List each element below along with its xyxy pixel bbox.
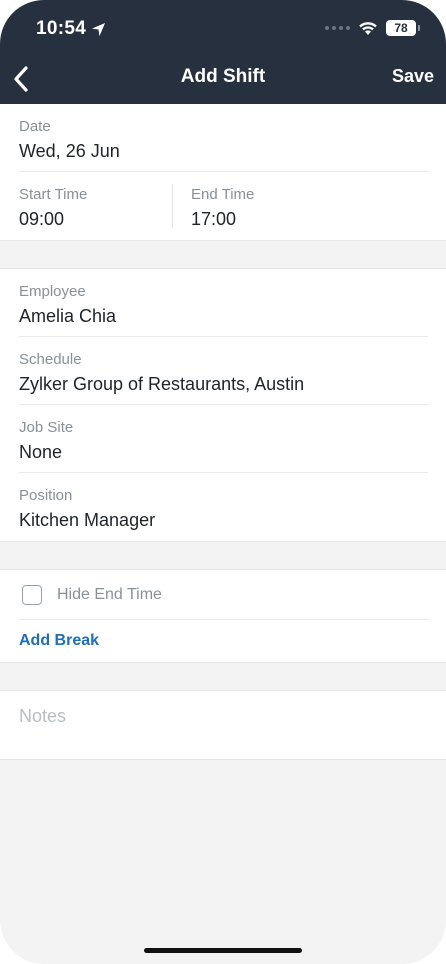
employee-field[interactable]: Employee Amelia Chia: [19, 269, 446, 337]
battery-icon: 78: [386, 20, 420, 36]
date-value: Wed, 26 Jun: [19, 141, 120, 161]
job-site-value: None: [19, 442, 63, 462]
notes-section: [0, 691, 446, 760]
end-time-label: End Time: [191, 186, 255, 203]
page-title: Add Shift: [180, 66, 266, 87]
employee-value: Amelia Chia: [19, 306, 117, 326]
clock-text: 10:54: [36, 18, 87, 39]
hide-end-time-checkbox[interactable]: [22, 585, 42, 605]
date-field[interactable]: Date Wed, 26 Jun: [19, 104, 446, 172]
position-value: Kitchen Manager: [19, 510, 156, 530]
end-time-value: 17:00: [191, 209, 237, 229]
time-divider: [172, 184, 173, 228]
home-indicator: [144, 948, 302, 953]
cellular-signal-icon: [325, 26, 350, 30]
start-time-field[interactable]: Start Time 09:00: [19, 172, 169, 240]
phone-screen: 10:54 78 Add Shift Save Date Wed, 26 Jun…: [0, 0, 446, 964]
notes-input[interactable]: [19, 703, 419, 729]
hide-end-time-row[interactable]: Hide End Time: [19, 570, 446, 620]
job-site-field[interactable]: Job Site None: [19, 405, 446, 473]
schedule-field[interactable]: Schedule Zylker Group of Restaurants, Au…: [19, 337, 446, 405]
details-section: Employee Amelia Chia Schedule Zylker Gro…: [0, 269, 446, 542]
date-label: Date: [19, 118, 51, 135]
app-header: 10:54 78 Add Shift Save: [0, 0, 446, 104]
save-button[interactable]: Save: [392, 66, 434, 87]
schedule-value: Zylker Group of Restaurants, Austin: [19, 374, 305, 394]
position-field[interactable]: Position Kitchen Manager: [19, 473, 446, 541]
options-section: Hide End Time Add Break: [0, 570, 446, 663]
battery-level: 78: [394, 21, 408, 35]
job-site-label: Job Site: [19, 419, 74, 436]
employee-label: Employee: [19, 283, 86, 300]
status-indicators: 78: [325, 20, 420, 36]
wifi-icon: [359, 21, 377, 35]
position-label: Position: [19, 487, 73, 504]
section-spacer: [0, 241, 446, 269]
schedule-label: Schedule: [19, 351, 82, 368]
status-bar-time: 10:54: [36, 18, 106, 40]
date-time-section: Date Wed, 26 Jun Start Time 09:00 End Ti…: [0, 104, 446, 241]
form-content: Date Wed, 26 Jun Start Time 09:00 End Ti…: [0, 104, 446, 760]
hide-end-time-label: Hide End Time: [57, 586, 162, 603]
time-row: Start Time 09:00 End Time 17:00: [0, 172, 446, 240]
location-arrow-icon: [92, 22, 106, 36]
section-spacer: [0, 663, 446, 691]
add-break-link[interactable]: Add Break: [19, 620, 446, 662]
start-time-value: 09:00: [19, 209, 65, 229]
start-time-label: Start Time: [19, 186, 88, 203]
section-spacer: [0, 542, 446, 570]
end-time-field[interactable]: End Time 17:00: [191, 172, 391, 240]
